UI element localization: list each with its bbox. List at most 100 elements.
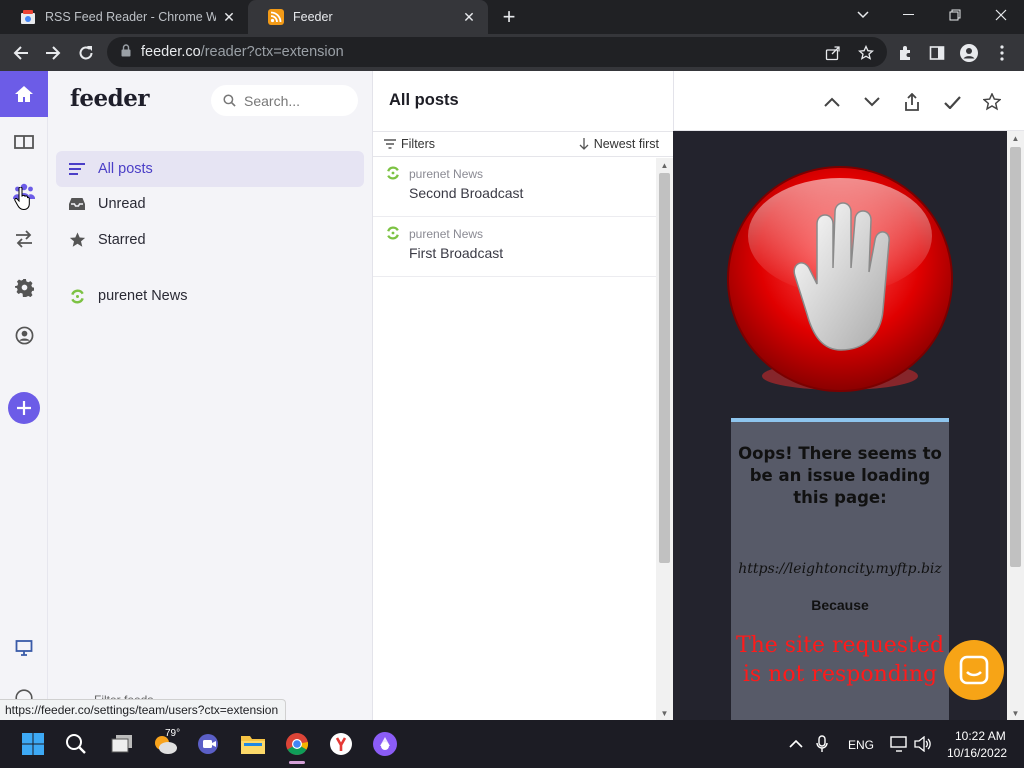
extensions-icon[interactable] <box>891 38 921 68</box>
reload-button[interactable] <box>71 38 101 68</box>
star-outline-icon <box>983 93 1001 111</box>
gear-icon <box>14 278 34 297</box>
bookmark-star-icon[interactable] <box>851 38 881 68</box>
microphone-icon <box>816 735 828 752</box>
reader-layout-button[interactable] <box>0 119 48 165</box>
volume-button[interactable] <box>907 728 939 760</box>
scroll-up-arrow-icon[interactable]: ▲ <box>1007 131 1024 145</box>
chrome-taskbar-button[interactable] <box>281 728 313 764</box>
address-bar[interactable]: feeder.co/reader?ctx=extension <box>107 37 887 67</box>
post-title: First Broadcast <box>409 245 504 261</box>
home-icon <box>15 86 33 102</box>
star-icon <box>68 231 86 249</box>
nav-starred[interactable]: Starred <box>56 222 364 258</box>
check-icon <box>943 95 961 109</box>
browser-tab-strip: RSS Feed Reader - Chrome Web ✕ Feeder ✕ … <box>0 0 1024 34</box>
scroll-down-arrow-icon[interactable]: ▼ <box>656 706 673 720</box>
home-button[interactable] <box>0 71 48 117</box>
yandex-browser-button[interactable] <box>325 728 357 760</box>
nav-all-posts[interactable]: All posts <box>56 151 364 187</box>
add-feed-button[interactable] <box>8 392 40 424</box>
sort-button[interactable]: Newest first <box>579 137 659 151</box>
error-url: https://leightoncity.myftp.biz <box>738 561 942 577</box>
link-status-bar: https://feeder.co/settings/team/users?ct… <box>0 699 287 720</box>
tab-feeder[interactable]: Feeder ✕ <box>248 0 488 34</box>
scrollbar-thumb[interactable] <box>659 173 670 563</box>
browser-toolbar: feeder.co/reader?ctx=extension <box>0 34 1024 71</box>
file-explorer-button[interactable] <box>237 728 269 760</box>
chrome-icon <box>286 733 309 755</box>
lock-icon <box>121 43 131 61</box>
chevron-up-icon <box>789 740 803 748</box>
previous-post-button[interactable] <box>819 89 845 115</box>
desktop-app-button[interactable] <box>0 625 48 671</box>
chrome-web-store-icon <box>20 9 36 25</box>
task-view-button[interactable] <box>106 728 138 760</box>
feed-refresh-icon <box>387 226 399 240</box>
tab-rss-feed-reader[interactable]: RSS Feed Reader - Chrome Web ✕ <box>0 0 248 34</box>
posts-scrollbar[interactable]: ▲ ▼ <box>656 158 673 720</box>
new-tab-button[interactable]: + <box>495 4 523 30</box>
columns-icon <box>14 135 34 149</box>
share-icon <box>905 93 919 111</box>
share-button[interactable] <box>899 89 925 115</box>
rules-button[interactable] <box>0 216 48 262</box>
search-box[interactable] <box>211 85 358 116</box>
clock-date[interactable]: 10/16/2022 <box>947 746 1007 760</box>
windows-logo-icon <box>22 733 44 755</box>
language-indicator[interactable]: ENG <box>848 738 874 752</box>
scrollbar-thumb[interactable] <box>1010 147 1021 567</box>
mark-read-button[interactable] <box>939 89 965 115</box>
clock-time[interactable]: 10:22 AM <box>955 729 1006 743</box>
post-item[interactable]: purenet News Second Broadcast <box>373 157 656 217</box>
star-post-button[interactable] <box>979 89 1005 115</box>
minimize-button[interactable] <box>886 0 932 30</box>
folder-icon <box>241 736 265 754</box>
tab-title: RSS Feed Reader - Chrome Web <box>45 10 216 24</box>
error-heading: Oops! There seems to be an issue loading… <box>738 444 942 507</box>
close-window-button[interactable] <box>978 0 1024 30</box>
meet-app-button[interactable] <box>193 728 225 760</box>
forward-button[interactable] <box>38 38 68 68</box>
post-title: Second Broadcast <box>409 185 524 201</box>
tab-search-icon[interactable] <box>840 0 886 30</box>
tab-title: Feeder <box>293 10 333 24</box>
taskbar-search-button[interactable] <box>60 728 92 760</box>
nav-label: All posts <box>98 161 153 177</box>
url-path: /reader?ctx=extension <box>200 44 344 60</box>
support-chat-button[interactable] <box>944 640 1004 700</box>
reader-scrollbar[interactable]: ▲ ▼ <box>1007 131 1024 720</box>
scroll-down-arrow-icon[interactable]: ▼ <box>1007 706 1024 720</box>
feed-item-purenet-news[interactable]: purenet News <box>56 278 364 314</box>
next-post-button[interactable] <box>859 89 885 115</box>
feeder-logo[interactable]: feeder <box>70 85 150 112</box>
speaker-icon <box>914 736 931 752</box>
nav-unread[interactable]: Unread <box>56 186 364 222</box>
article-content: Oops! There seems to be an issue loading… <box>673 131 1007 720</box>
error-reason: The site requested is not responding <box>731 631 949 689</box>
back-button[interactable] <box>6 38 36 68</box>
close-tab-icon[interactable]: ✕ <box>216 4 242 30</box>
share-page-icon[interactable] <box>818 38 848 68</box>
settings-button[interactable] <box>0 264 48 310</box>
post-item[interactable]: purenet News First Broadcast <box>373 217 656 277</box>
side-panel-icon[interactable] <box>922 38 952 68</box>
alice-assistant-button[interactable] <box>369 728 401 760</box>
search-icon <box>66 734 86 754</box>
posts-title: All posts <box>389 91 459 109</box>
search-icon <box>223 94 236 107</box>
restore-button[interactable] <box>932 0 978 30</box>
microphone-button[interactable] <box>806 728 838 760</box>
search-input[interactable] <box>244 92 344 109</box>
filters-button[interactable]: Filters <box>384 137 435 151</box>
start-button[interactable] <box>17 728 49 760</box>
close-tab-icon[interactable]: ✕ <box>456 4 482 30</box>
account-button[interactable] <box>0 312 48 358</box>
chevron-down-icon <box>864 97 880 107</box>
chrome-menu-icon[interactable] <box>987 38 1017 68</box>
filters-label: Filters <box>401 137 436 151</box>
reader-toolbar <box>673 71 1024 131</box>
scroll-up-arrow-icon[interactable]: ▲ <box>656 158 673 172</box>
error-message-box: Oops! There seems to be an issue loading… <box>731 418 949 720</box>
profile-avatar-icon[interactable] <box>954 38 984 68</box>
